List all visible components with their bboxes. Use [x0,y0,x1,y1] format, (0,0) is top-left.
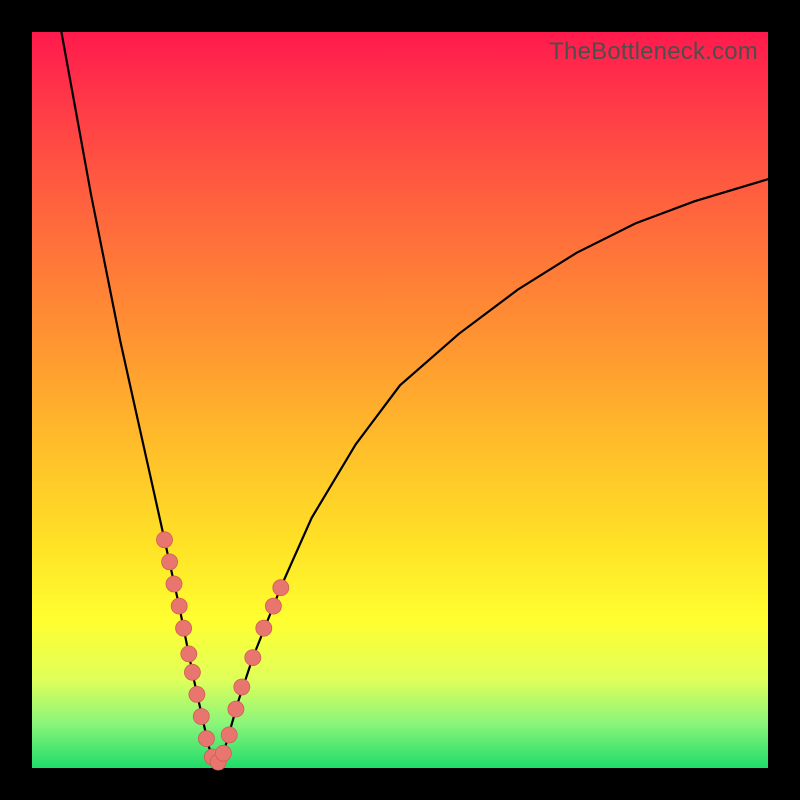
data-point [166,576,182,592]
data-point [162,554,178,570]
data-point [157,532,173,548]
data-point [245,650,261,666]
data-point [193,709,209,725]
bottleneck-curve [61,32,768,768]
data-point [184,664,200,680]
data-point [228,701,244,717]
data-point [234,679,250,695]
plot-area: TheBottleneck.com [32,32,768,768]
data-points-group [157,532,289,770]
chart-overlay [32,32,768,768]
data-point [181,646,197,662]
data-point [215,745,231,761]
data-point [221,727,237,743]
chart-frame: TheBottleneck.com [0,0,800,800]
data-point [176,620,192,636]
data-point [273,580,289,596]
data-point [171,598,187,614]
data-point [189,686,205,702]
data-point [198,731,214,747]
data-point [256,620,272,636]
data-point [265,598,281,614]
